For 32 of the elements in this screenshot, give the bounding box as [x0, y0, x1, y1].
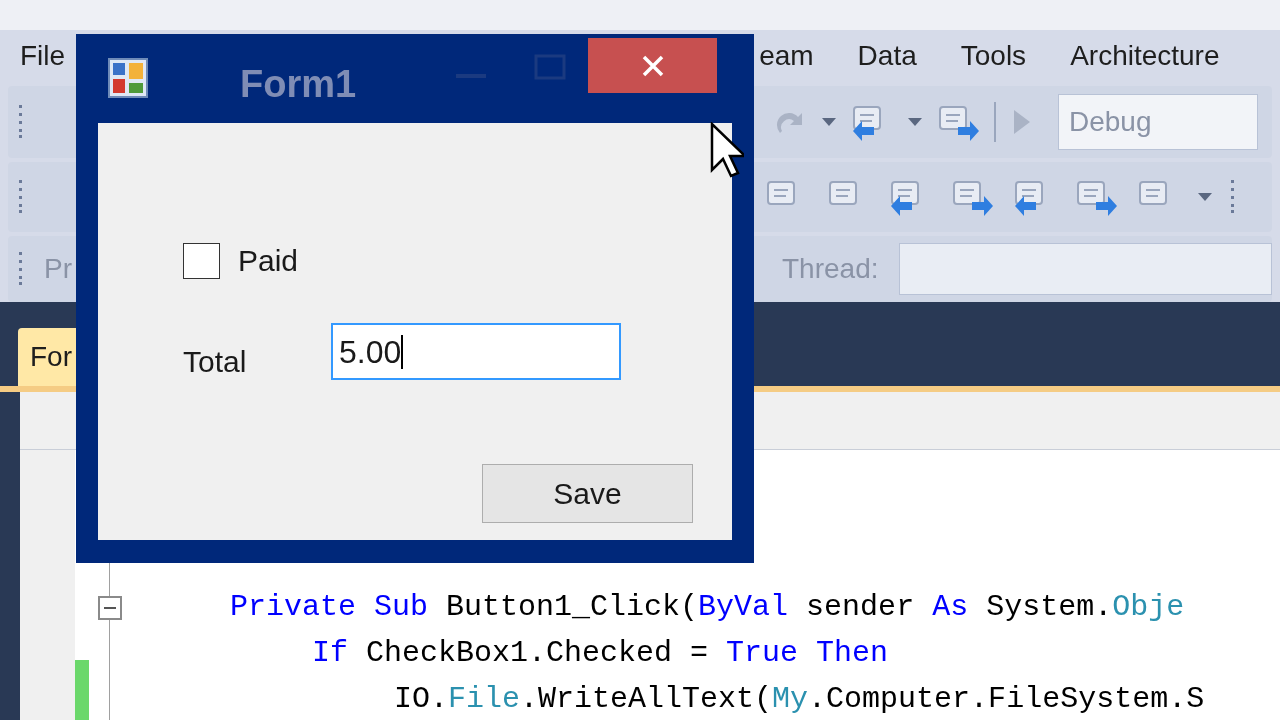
caret-icon[interactable]: [822, 118, 836, 126]
menu-item[interactable]: Tools: [960, 35, 1027, 77]
toolbar-grip-icon: [18, 105, 24, 139]
collapse-icon[interactable]: [98, 596, 122, 620]
window-title: Form1: [240, 62, 357, 107]
change-indicator-bar: [75, 660, 89, 720]
menu-item[interactable]: Architecture: [1070, 35, 1220, 77]
field-label: Total: [183, 344, 248, 380]
menu-item[interactable]: eam: [759, 35, 814, 77]
form-icon: [108, 58, 148, 98]
document-arrow-icon[interactable]: [950, 178, 994, 216]
save-button[interactable]: Save: [482, 464, 693, 523]
document-arrow-icon[interactable]: [936, 103, 980, 141]
paid-checkbox[interactable]: [183, 242, 220, 279]
toolbar-label: Pr: [44, 252, 72, 286]
document-arrow-icon[interactable]: [1074, 178, 1118, 216]
close-button[interactable]: [588, 38, 718, 93]
mouse-pointer-icon: [710, 122, 744, 178]
code-line: Private Sub Button1_Click(ByVal sender As System.Obje: [230, 588, 1185, 626]
close-icon: [640, 53, 665, 78]
toolbar-grip-icon: [18, 252, 24, 286]
checkbox-label: Paid: [238, 243, 299, 279]
total-field[interactable]: 5.00: [331, 323, 621, 380]
menu-item[interactable]: File: [20, 35, 66, 77]
thread-label: Thread:: [782, 252, 879, 286]
caret-icon[interactable]: [908, 118, 922, 126]
toolbar-grip-icon: [1230, 180, 1236, 214]
code-line: If CheckBox1.Checked = True Then: [312, 634, 889, 672]
toolbar-grip-icon: [18, 180, 24, 214]
menu-item[interactable]: Data: [857, 35, 917, 77]
code-line: IO.File.WriteAllText(My.Computer.FileSystem.S: [394, 680, 1205, 718]
caret-icon[interactable]: [1198, 193, 1212, 201]
